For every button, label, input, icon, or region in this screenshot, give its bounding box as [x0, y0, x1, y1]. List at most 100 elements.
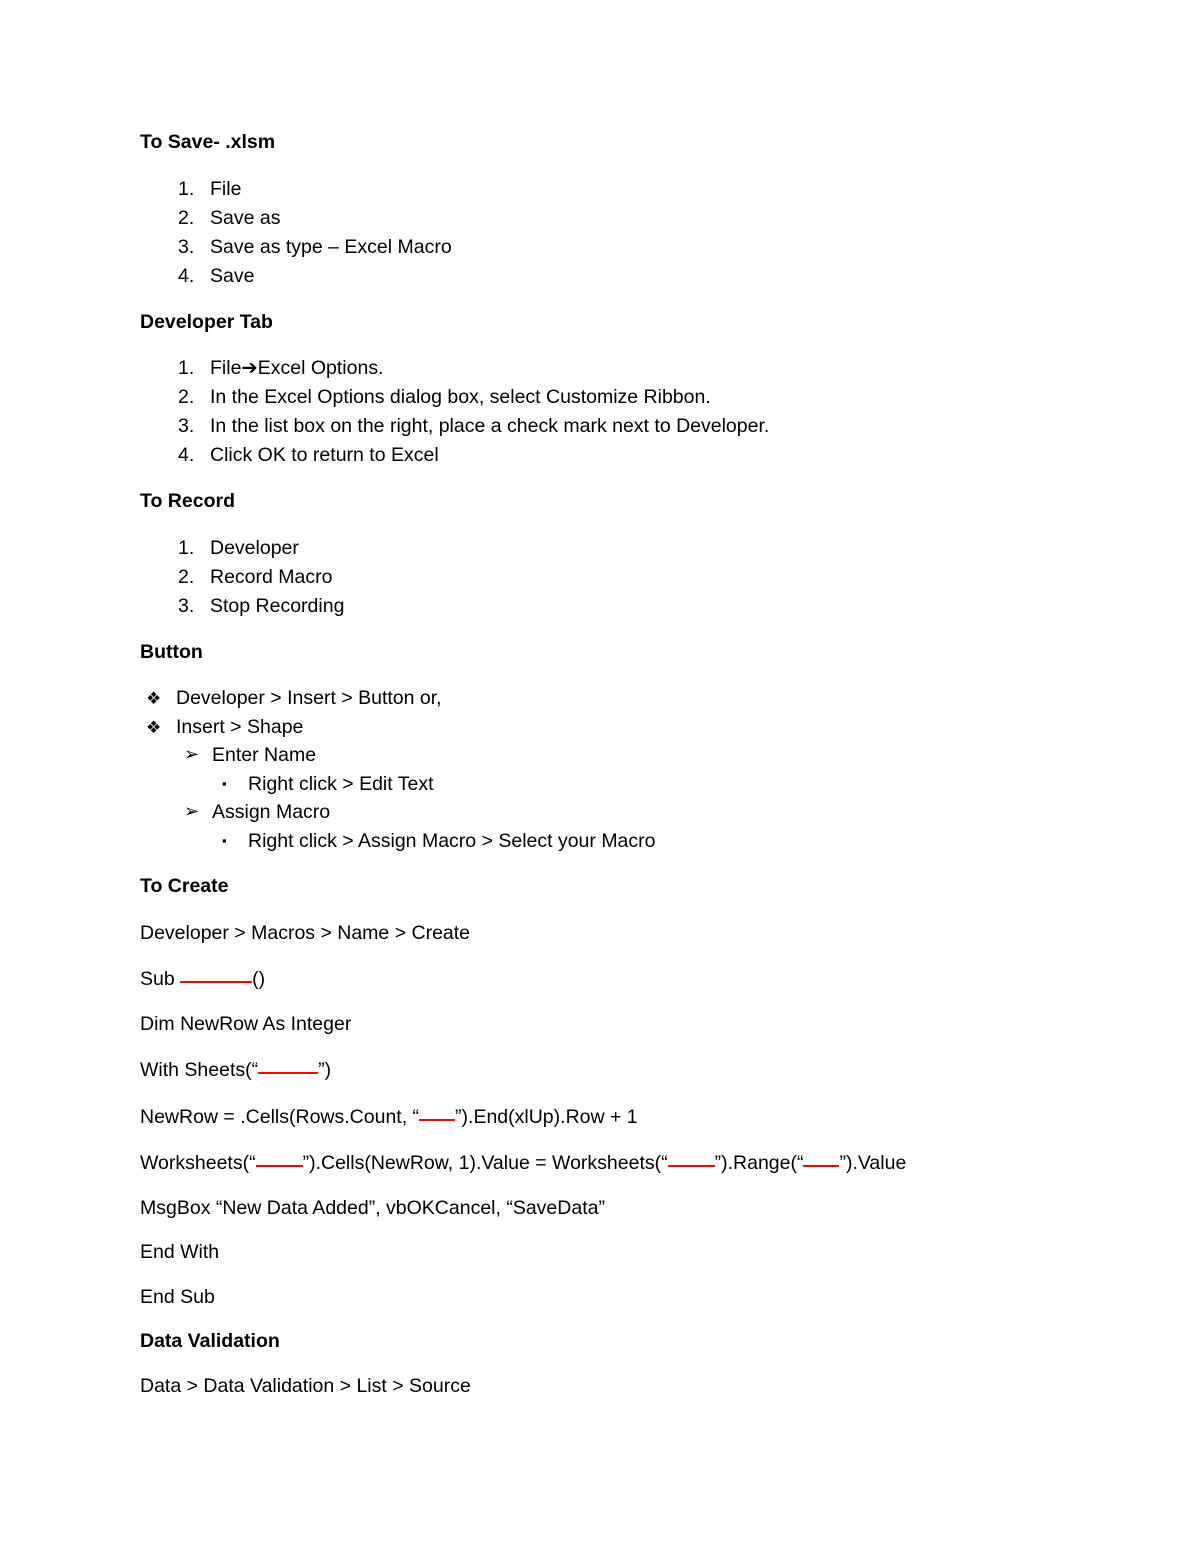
code-line-end-sub: End Sub: [140, 1285, 215, 1308]
code-text: ”).Value: [839, 1152, 907, 1174]
code-text: ”).Cells(NewRow, 1).Value = Worksheets(“: [302, 1152, 668, 1174]
list-item: ➢ Assign Macro: [140, 801, 1060, 823]
document-body: To Save- .xlsm 1. File 2. Save as 3. Save a…: [140, 131, 1060, 1397]
list-to-save: 1. File 2. Save as 3. Save as type – Excel …: [140, 177, 1060, 287]
heading-text: To Save: [140, 131, 214, 153]
list-item-label: File: [210, 177, 242, 200]
fill-in-blank: [803, 1152, 840, 1167]
code-text: Sub: [140, 968, 181, 990]
heading-text: Button: [140, 640, 203, 663]
code-line-sub: Sub (): [140, 968, 1060, 990]
list-item: ❖ Insert > Shape: [140, 715, 1060, 738]
heading-suffix: - .xlsm: [213, 131, 276, 153]
list-number: 1.: [178, 536, 195, 559]
list-item-label: In the list box on the right, place a ch…: [210, 415, 770, 437]
list-item: 1. File: [140, 177, 1060, 200]
list-number: 2.: [178, 386, 195, 408]
code-line-validation-path: Data > Data Validation > List > Source: [140, 1374, 471, 1397]
list-number: 4.: [178, 444, 195, 466]
diamond-cluster-bullet-icon: ❖: [146, 689, 162, 708]
list-item: ▪ Right click > Assign Macro > Select yo…: [140, 829, 1060, 852]
list-item: 3. In the list box on the right, place a …: [140, 415, 1060, 437]
heading-text: To Create: [140, 875, 229, 897]
code-line-end-with: End With: [140, 1241, 220, 1263]
code-text: ”).End(xlUp).Row + 1: [455, 1105, 638, 1128]
list-item: 4. Click OK to return to Excel: [140, 444, 1060, 466]
list-number: 3.: [178, 235, 195, 258]
code-text: Worksheets(“: [140, 1152, 256, 1174]
arrowhead-bullet-icon: ➢: [184, 801, 200, 822]
code-line-msgbox: MsgBox “New Data Added”, vbOKCancel, “Sa…: [140, 1196, 605, 1219]
code-text: (): [252, 968, 266, 990]
list-button: ❖ Developer > Insert > Button or, ❖ Inse…: [140, 687, 1060, 852]
list-number: 1.: [178, 177, 195, 200]
code-line-worksheets: Worksheets(“ ”).Cells(NewRow, 1).Value = …: [140, 1152, 1060, 1174]
list-item: 2. Record Macro: [140, 565, 1060, 588]
fill-in-blank: [667, 1152, 715, 1167]
list-item-label: Right click > Assign Macro > Select your…: [248, 829, 656, 852]
list-item-label: Developer: [210, 536, 299, 559]
code-line-newrow: NewRow = .Cells(Rows.Count, “ ”).End(xlUp…: [140, 1106, 1060, 1128]
list-item-label: Insert > Shape: [176, 715, 304, 738]
code-line-menu-path: Developer > Macros > Name > Create: [140, 921, 471, 944]
list-item: 1. File➔Excel Options.: [140, 357, 1060, 379]
list-number: 2.: [178, 565, 195, 588]
section-heading-to-save: To Save- .xlsm: [140, 131, 1060, 153]
list-to-record: 1. Developer 2. Record Macro 3. Stop Record…: [140, 536, 1060, 617]
list-number: 3.: [178, 594, 195, 617]
code-text: ”).Range(“: [714, 1152, 804, 1174]
fill-in-blank: [255, 1152, 303, 1167]
code-text: With Sheets(“: [140, 1059, 259, 1081]
list-item-label: In the Excel Options dialog box, select …: [210, 386, 711, 408]
list-item-label: Save: [210, 264, 255, 287]
list-item: ➢ Enter Name: [140, 744, 1060, 766]
section-heading-data-validation: Data Validation: [140, 1330, 1060, 1352]
section-heading-to-create: To Create: [140, 875, 1060, 897]
fill-in-blank: [419, 1106, 456, 1121]
diamond-cluster-bullet-icon: ❖: [146, 717, 162, 737]
fill-in-blank: [258, 1059, 319, 1074]
code-line-dim: Dim NewRow As Integer: [140, 1012, 352, 1035]
list-number: 3.: [178, 415, 195, 437]
list-item-label: File➔Excel Options.: [210, 357, 384, 379]
list-item-label: Right click > Edit Text: [248, 772, 434, 795]
section-heading-developer-tab: Developer Tab: [140, 312, 1060, 333]
list-number: 4.: [178, 264, 195, 287]
list-item-label: Enter Name: [212, 744, 317, 766]
list-developer-tab: 1. File➔Excel Options. 2. In the Excel Opt…: [140, 357, 1060, 466]
section-heading-to-record: To Record: [140, 490, 1060, 512]
list-number: 2.: [178, 206, 195, 229]
square-bullet-icon: ▪: [222, 832, 227, 848]
heading-text: Data Validation: [140, 1330, 280, 1352]
fill-in-blank: [180, 968, 253, 983]
document-page: To Save- .xlsm 1. File 2. Save as 3. Save a…: [0, 0, 1200, 1553]
list-item-label: Save as: [210, 206, 281, 229]
code-text: NewRow = .Cells(Rows.Count, “: [140, 1105, 420, 1128]
list-item: 3. Save as type – Excel Macro: [140, 235, 1060, 258]
heading-text: To Record: [140, 490, 235, 512]
list-number: 1.: [178, 357, 195, 379]
square-bullet-icon: ▪: [222, 775, 227, 791]
arrowhead-bullet-icon: ➢: [184, 744, 200, 765]
list-item: 3. Stop Recording: [140, 594, 1060, 617]
code-line-with-sheets: With Sheets(“ ”): [140, 1059, 1060, 1081]
list-item: ▪ Right click > Edit Text: [140, 772, 1060, 795]
list-item: 4. Save: [140, 264, 1060, 287]
list-item-label: Developer > Insert > Button or,: [176, 687, 442, 709]
code-text: ”): [318, 1059, 332, 1081]
list-item: ❖ Developer > Insert > Button or,: [140, 687, 1060, 709]
list-item-label: Assign Macro: [212, 801, 331, 823]
list-item-label: Stop Recording: [210, 594, 345, 617]
list-item-label: Click OK to return to Excel: [210, 444, 439, 466]
